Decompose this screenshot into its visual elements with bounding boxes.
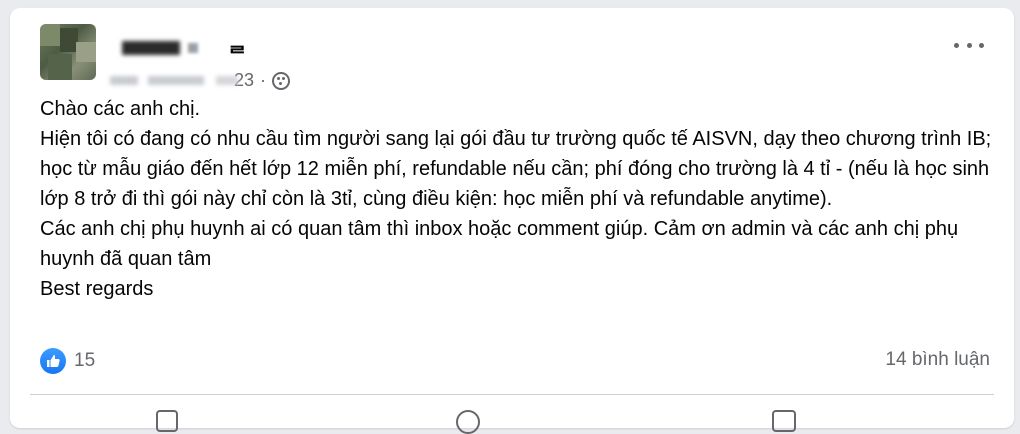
like-action-icon[interactable]: [156, 410, 178, 432]
post-paragraph: Hiện tôi có đang có nhu cầu tìm người sa…: [40, 128, 992, 210]
avatar-pixel: [76, 42, 96, 62]
post-body: Chào các anh chị. Hiện tôi có đang có nh…: [40, 94, 1000, 304]
author-name-redacted[interactable]: [122, 41, 198, 55]
redaction-block: [110, 76, 138, 85]
post-card: ᄅ 23 · Chào các anh chị. Hiện tôi có đan…: [10, 8, 1014, 434]
avatar-pixel: [48, 54, 72, 80]
meta-separator: ·: [260, 70, 267, 90]
author-name-fragment: ᄅ: [228, 44, 247, 66]
redaction-block: [122, 41, 180, 55]
post-paragraph: Chào các anh chị.: [40, 98, 201, 120]
more-dot: [966, 42, 972, 48]
share-action-icon[interactable]: [772, 410, 796, 432]
redaction-block: [188, 43, 198, 53]
redaction-block: [148, 76, 204, 85]
reaction-count: 15: [74, 350, 96, 371]
more-dot: [954, 42, 959, 48]
like-icon: [40, 348, 66, 374]
more-options-icon[interactable]: [954, 38, 984, 52]
post-paragraph: Best regards: [40, 278, 154, 300]
globe-icon[interactable]: [272, 71, 291, 90]
divider: [30, 394, 994, 395]
comment-count-link[interactable]: 14 bình luận: [885, 349, 990, 371]
post-paragraph: Các anh chị phụ huynh ai có quan tâm thì…: [40, 218, 959, 270]
reaction-summary[interactable]: 15: [40, 348, 95, 374]
comment-action-icon[interactable]: [456, 410, 480, 434]
post-meta: 23 ·: [110, 70, 291, 91]
avatar-pixel: [40, 24, 60, 46]
action-bar: [10, 406, 1014, 434]
redaction-block: [216, 76, 238, 85]
more-dot: [979, 42, 984, 48]
author-avatar[interactable]: [40, 24, 96, 80]
